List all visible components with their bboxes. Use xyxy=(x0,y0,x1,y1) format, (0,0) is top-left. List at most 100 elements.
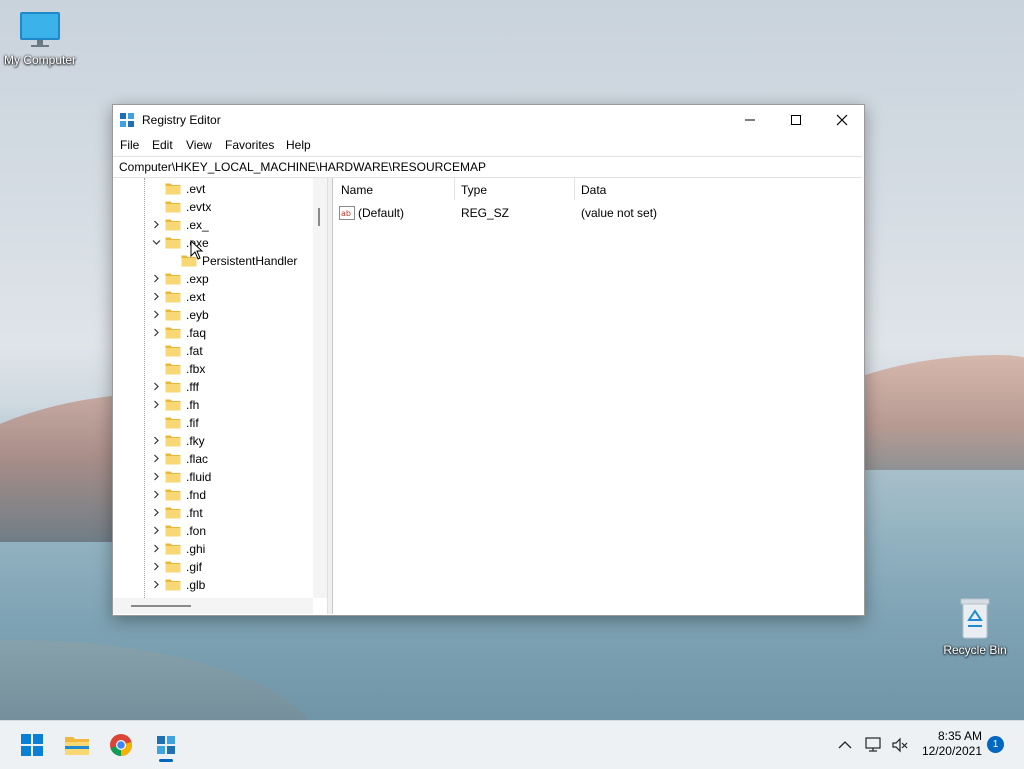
column-header-type[interactable]: Type xyxy=(461,183,487,197)
network-icon xyxy=(865,737,881,752)
registry-editor-icon xyxy=(157,736,175,754)
window-title: Registry Editor xyxy=(142,113,221,127)
tree-item-label: .fat xyxy=(186,344,203,358)
chevron-right-icon[interactable] xyxy=(152,454,161,463)
folder-icon xyxy=(165,543,181,555)
chevron-right-icon[interactable] xyxy=(152,472,161,481)
tree-item[interactable]: .faq xyxy=(154,324,325,342)
tree-item[interactable]: .evtx xyxy=(165,198,325,216)
values-list-pane[interactable]: Name Type Data ab (Default) REG_SZ (valu… xyxy=(334,178,863,614)
tree-item[interactable]: .ex_ xyxy=(154,216,325,234)
volume-muted-icon xyxy=(892,737,908,753)
tree-item[interactable]: .fif xyxy=(165,414,325,432)
volume-button[interactable] xyxy=(886,729,914,761)
tree-item[interactable]: .fon xyxy=(154,522,325,540)
chevron-right-icon[interactable] xyxy=(152,382,161,391)
menu-file[interactable]: File xyxy=(120,138,139,152)
column-header-name[interactable]: Name xyxy=(341,183,373,197)
address-bar[interactable]: Computer\HKEY_LOCAL_MACHINE\HARDWARE\RES… xyxy=(113,156,862,178)
tree-vertical-scrollbar[interactable] xyxy=(313,178,327,598)
menu-favorites[interactable]: Favorites xyxy=(225,138,274,152)
tree-item[interactable]: .fnt xyxy=(154,504,325,522)
close-button[interactable] xyxy=(819,105,865,135)
tree-item-label: .fon xyxy=(186,524,207,538)
pane-splitter[interactable] xyxy=(327,178,333,614)
chevron-right-icon[interactable] xyxy=(152,220,161,229)
clock[interactable]: 8:35 AM 12/20/2021 xyxy=(912,729,982,759)
tree-item[interactable]: .fluid xyxy=(154,468,325,486)
tree-item[interactable]: .fnd xyxy=(154,486,325,504)
windows-logo-icon xyxy=(21,734,43,756)
tree-item-label: .fif xyxy=(186,416,199,430)
chevron-right-icon[interactable] xyxy=(152,526,161,535)
tree-horizontal-scrollbar[interactable] xyxy=(113,598,313,614)
title-bar[interactable]: Registry Editor xyxy=(113,105,864,135)
value-row[interactable]: ab (Default) REG_SZ (value not set) xyxy=(334,204,863,222)
tree-item[interactable]: .fh xyxy=(154,396,325,414)
value-data: (value not set) xyxy=(581,206,658,220)
tree-item[interactable]: .exp xyxy=(154,270,325,288)
clock-time: 8:35 AM xyxy=(937,729,982,743)
folder-icon xyxy=(165,507,181,519)
chevron-right-icon[interactable] xyxy=(152,508,161,517)
tree-item[interactable]: .fat xyxy=(165,342,325,360)
tree-item[interactable]: .fbx xyxy=(165,360,325,378)
key-tree-pane[interactable]: .evt .evtx .ex_ .exe PersistentHandler .exp .e… xyxy=(113,178,327,614)
menu-view[interactable]: View xyxy=(186,138,212,152)
chevron-right-icon[interactable] xyxy=(152,490,161,499)
network-status-button[interactable] xyxy=(860,729,888,761)
folder-icon xyxy=(165,219,181,231)
close-icon xyxy=(836,114,848,126)
taskbar-registry-editor[interactable] xyxy=(150,729,182,762)
tree-item[interactable]: .gif xyxy=(154,558,325,576)
tree-item-label: .faq xyxy=(186,326,207,340)
minimize-icon xyxy=(745,119,755,121)
tree-item[interactable]: .glb xyxy=(154,576,325,594)
maximize-button[interactable] xyxy=(773,105,819,135)
column-divider[interactable] xyxy=(574,178,575,200)
chevron-right-icon[interactable] xyxy=(152,328,161,337)
scroll-thumb[interactable] xyxy=(131,605,191,607)
taskbar-chrome[interactable] xyxy=(105,729,137,761)
chevron-right-icon[interactable] xyxy=(152,400,161,409)
menu-help[interactable]: Help xyxy=(286,138,311,152)
tree-item[interactable]: .ext xyxy=(154,288,325,306)
mouse-cursor-icon xyxy=(190,240,204,260)
chevron-right-icon[interactable] xyxy=(152,274,161,283)
notification-badge[interactable]: 1 xyxy=(987,736,1004,753)
chevron-right-icon[interactable] xyxy=(152,436,161,445)
tree-item[interactable]: .exe xyxy=(152,234,325,252)
folder-icon xyxy=(165,273,181,285)
chevron-right-icon[interactable] xyxy=(152,562,161,571)
chevron-right-icon[interactable] xyxy=(152,310,161,319)
column-divider[interactable] xyxy=(454,178,455,200)
minimize-button[interactable] xyxy=(727,105,773,135)
address-path: Computer\HKEY_LOCAL_MACHINE\HARDWARE\RES… xyxy=(119,160,486,174)
chevron-right-icon[interactable] xyxy=(152,292,161,301)
tree-item-label: .eyb xyxy=(186,308,209,322)
chevron-down-icon[interactable] xyxy=(152,238,161,247)
tree-item[interactable]: .fky xyxy=(154,432,325,450)
menu-edit[interactable]: Edit xyxy=(152,138,173,152)
desktop-icon-my-computer[interactable]: My Computer xyxy=(0,10,80,67)
desktop-icon-recycle-bin[interactable]: Recycle Bin xyxy=(935,596,1015,657)
show-hidden-icons-button[interactable] xyxy=(830,729,860,761)
tree-item[interactable]: .fff xyxy=(154,378,325,396)
recycle-bin-icon xyxy=(960,598,990,639)
tree-item[interactable]: .ghi xyxy=(154,540,325,558)
tree-item[interactable]: .flac xyxy=(154,450,325,468)
clock-date: 12/20/2021 xyxy=(921,744,982,758)
tree-item[interactable]: .eyb xyxy=(154,306,325,324)
column-header-data[interactable]: Data xyxy=(581,183,606,197)
tree-item[interactable]: .evt xyxy=(165,180,325,198)
taskbar: 8:35 AM 12/20/2021 xyxy=(0,720,1024,769)
taskbar-file-explorer[interactable] xyxy=(61,729,93,761)
scroll-thumb[interactable] xyxy=(318,208,320,226)
folder-icon xyxy=(165,381,181,393)
chevron-right-icon[interactable] xyxy=(152,544,161,553)
registry-editor-icon xyxy=(120,113,134,127)
folder-icon xyxy=(165,237,181,249)
desktop-icon-label: Recycle Bin xyxy=(943,643,1007,657)
start-button[interactable] xyxy=(16,729,48,761)
chevron-right-icon[interactable] xyxy=(152,580,161,589)
